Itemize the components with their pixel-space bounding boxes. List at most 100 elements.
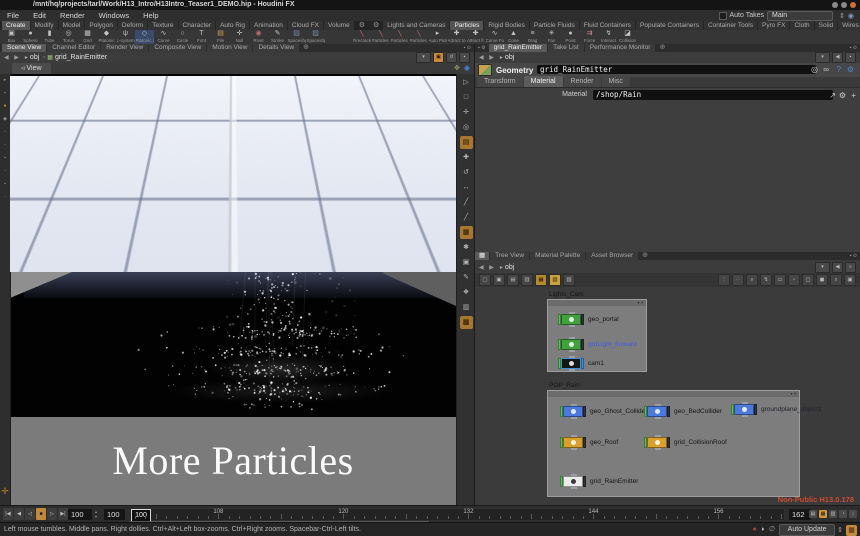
node-display-flag[interactable]: [581, 358, 584, 369]
material-field-input[interactable]: /shop/Rain: [593, 90, 833, 100]
path-root[interactable]: obj: [503, 54, 516, 61]
pin-icon[interactable]: ▪: [845, 52, 856, 63]
tool-platonic-s[interactable]: ◇Platonic S: [135, 30, 154, 44]
viewport-right-tool-icon-6[interactable]: ↺: [460, 166, 473, 179]
viewport-right-tool-icon-11[interactable]: ✱: [460, 241, 473, 254]
node-output-connector[interactable]: [742, 415, 748, 417]
cook-mode-icon[interactable]: ▦: [846, 525, 857, 536]
frame-spinner[interactable]: ▴▾: [95, 509, 97, 519]
tool-sphere[interactable]: ●Sphere: [21, 30, 40, 44]
timeline-ruler[interactable]: 100 108120132144156: [129, 508, 785, 521]
flag-icon[interactable]: ▣: [433, 52, 444, 63]
path-dropdown-icon[interactable]: ▾: [815, 52, 830, 63]
tool-particles-f[interactable]: ╲Particles f: [409, 30, 428, 44]
network-option-icon-6[interactable]: ◻: [802, 274, 814, 286]
menu-help[interactable]: Help: [136, 10, 165, 21]
viewport-left-tool-icon-9[interactable]: ◦: [0, 191, 10, 204]
tool-box[interactable]: ▣Box: [2, 30, 21, 44]
tool-circle[interactable]: ○Circle: [173, 30, 192, 44]
viewport-right-tool-icon-3[interactable]: ◎: [460, 121, 473, 134]
shelf-tab-solid[interactable]: Solid: [815, 21, 837, 30]
scene-viewport[interactable]: More Particles: [10, 74, 456, 505]
snap-icon[interactable]: ✥: [454, 64, 460, 72]
node-input-connector[interactable]: [571, 435, 577, 437]
tool-platonic[interactable]: ◆Platonic: [97, 30, 116, 44]
viewport-right-tool-icon-14[interactable]: ❖: [460, 286, 473, 299]
tool-stroke[interactable]: ✎Stroke: [268, 30, 287, 44]
path-node[interactable]: grid_RainEmitter: [53, 54, 109, 61]
pane-corner-icons[interactable]: ▪ ⊙: [464, 44, 474, 52]
shelf-tab-model[interactable]: Model: [59, 21, 85, 30]
network-tool-icon-5[interactable]: ▧: [549, 274, 561, 286]
tool-spaceshp[interactable]: ▨Spaceshp: [287, 30, 306, 44]
network-option-icon-8[interactable]: ⌕: [830, 274, 842, 286]
pane-corner-icons[interactable]: ▪ ⊙: [850, 252, 860, 260]
playbar-option-icon-0[interactable]: ▤: [809, 510, 817, 518]
node-output-connector[interactable]: [655, 417, 661, 419]
menu-file[interactable]: File: [0, 10, 26, 21]
node-grdlight-forward[interactable]: grdLight_forward: [558, 338, 637, 351]
shelf-tab-fluid-containers[interactable]: Fluid Containers: [580, 21, 635, 30]
tool-point[interactable]: ●Point: [561, 30, 580, 44]
open-chooser-icon[interactable]: ↗: [829, 91, 836, 101]
viewport-left-tool-icon-0[interactable]: ▸: [0, 74, 10, 87]
tool-tube[interactable]: ▮Tube: [40, 30, 59, 44]
node-display-flag[interactable]: [583, 437, 586, 448]
network-box-lights-cam[interactable]: ▾ ✕geo_portalgrdLight_forwardcam1: [547, 299, 647, 372]
node-display-flag[interactable]: [583, 406, 586, 417]
shelf-tab-texture[interactable]: Texture: [148, 21, 177, 30]
minimize-button[interactable]: [832, 2, 838, 8]
network-tool-icon-3[interactable]: ▥: [521, 274, 533, 286]
viewport-right-tool-icon-1[interactable]: □: [460, 91, 473, 104]
viewport-right-tool-icon-10[interactable]: ▦: [460, 226, 473, 239]
param-tab-transform[interactable]: Transform: [477, 76, 523, 87]
jump-start-button[interactable]: |◀: [3, 508, 13, 520]
playbar-option-icon-1[interactable]: ▦: [819, 510, 827, 518]
step-back-button[interactable]: ◀: [14, 508, 24, 520]
shelf-tab-cloud-fx[interactable]: Cloud FX: [288, 21, 323, 30]
node-tile[interactable]: [734, 404, 754, 415]
menu-edit[interactable]: Edit: [26, 10, 53, 21]
node-input-connector[interactable]: [655, 435, 661, 437]
node-input-connector[interactable]: [569, 356, 575, 358]
path-back-icon[interactable]: ◀ ▶: [475, 264, 500, 271]
node-output-connector[interactable]: [571, 487, 577, 489]
network-tool-icon-2[interactable]: ▤: [507, 274, 519, 286]
node-output-connector[interactable]: [571, 417, 577, 419]
update-mode-selector[interactable]: Auto Update: [779, 524, 835, 536]
help-icon[interactable]: ?: [837, 65, 841, 75]
tool-grid[interactable]: ▦Grid: [78, 30, 97, 44]
network-option-icon-1[interactable]: ∴: [732, 274, 744, 286]
node-tile[interactable]: [561, 314, 581, 325]
network-option-icon-4[interactable]: ▭: [774, 274, 786, 286]
tool-interact[interactable]: ↯Interact: [599, 30, 618, 44]
node-tile[interactable]: [563, 476, 583, 487]
error-indicator-icon[interactable]: ●: [753, 523, 757, 536]
node-display-flag[interactable]: [667, 406, 670, 417]
close-button[interactable]: [850, 2, 856, 8]
viewport-left-tool-icon-4[interactable]: ▫: [0, 126, 10, 139]
new-tab-icon[interactable]: ⊕: [300, 44, 312, 52]
range-start-field[interactable]: 100: [104, 509, 125, 520]
menu-windows[interactable]: Windows: [92, 10, 136, 21]
viewport-right-tool-icon-16[interactable]: ▩: [460, 316, 473, 329]
param-tab-material[interactable]: Material: [524, 76, 563, 87]
viewport-left-tool-icon-1[interactable]: ▪: [0, 87, 10, 100]
tool-fan[interactable]: ✳Fan: [542, 30, 561, 44]
pane-tab-motion-view[interactable]: Motion View: [207, 44, 252, 52]
playbar-option-icon-3[interactable]: ◔: [839, 510, 847, 518]
node-input-connector[interactable]: [571, 474, 577, 476]
pane-tab-composite-view[interactable]: Composite View: [149, 44, 206, 52]
pin-icon[interactable]: ▪: [459, 52, 470, 63]
node-input-connector[interactable]: [571, 404, 577, 406]
node-input-connector[interactable]: [655, 404, 661, 406]
shelf-tab-populate-containers[interactable]: Populate Containers: [636, 21, 703, 30]
play-button[interactable]: ▷: [47, 508, 57, 520]
node-geo-portal[interactable]: geo_portal: [558, 313, 619, 326]
take-selector[interactable]: Main: [767, 11, 833, 21]
node-input-connector[interactable]: [569, 337, 575, 339]
network-option-icon-5[interactable]: ▫: [788, 274, 800, 286]
node-groundplane-object1[interactable]: groundplane_object1: [731, 403, 822, 416]
tool-font[interactable]: TFont: [192, 30, 211, 44]
viewport-badge[interactable]: [408, 81, 432, 90]
